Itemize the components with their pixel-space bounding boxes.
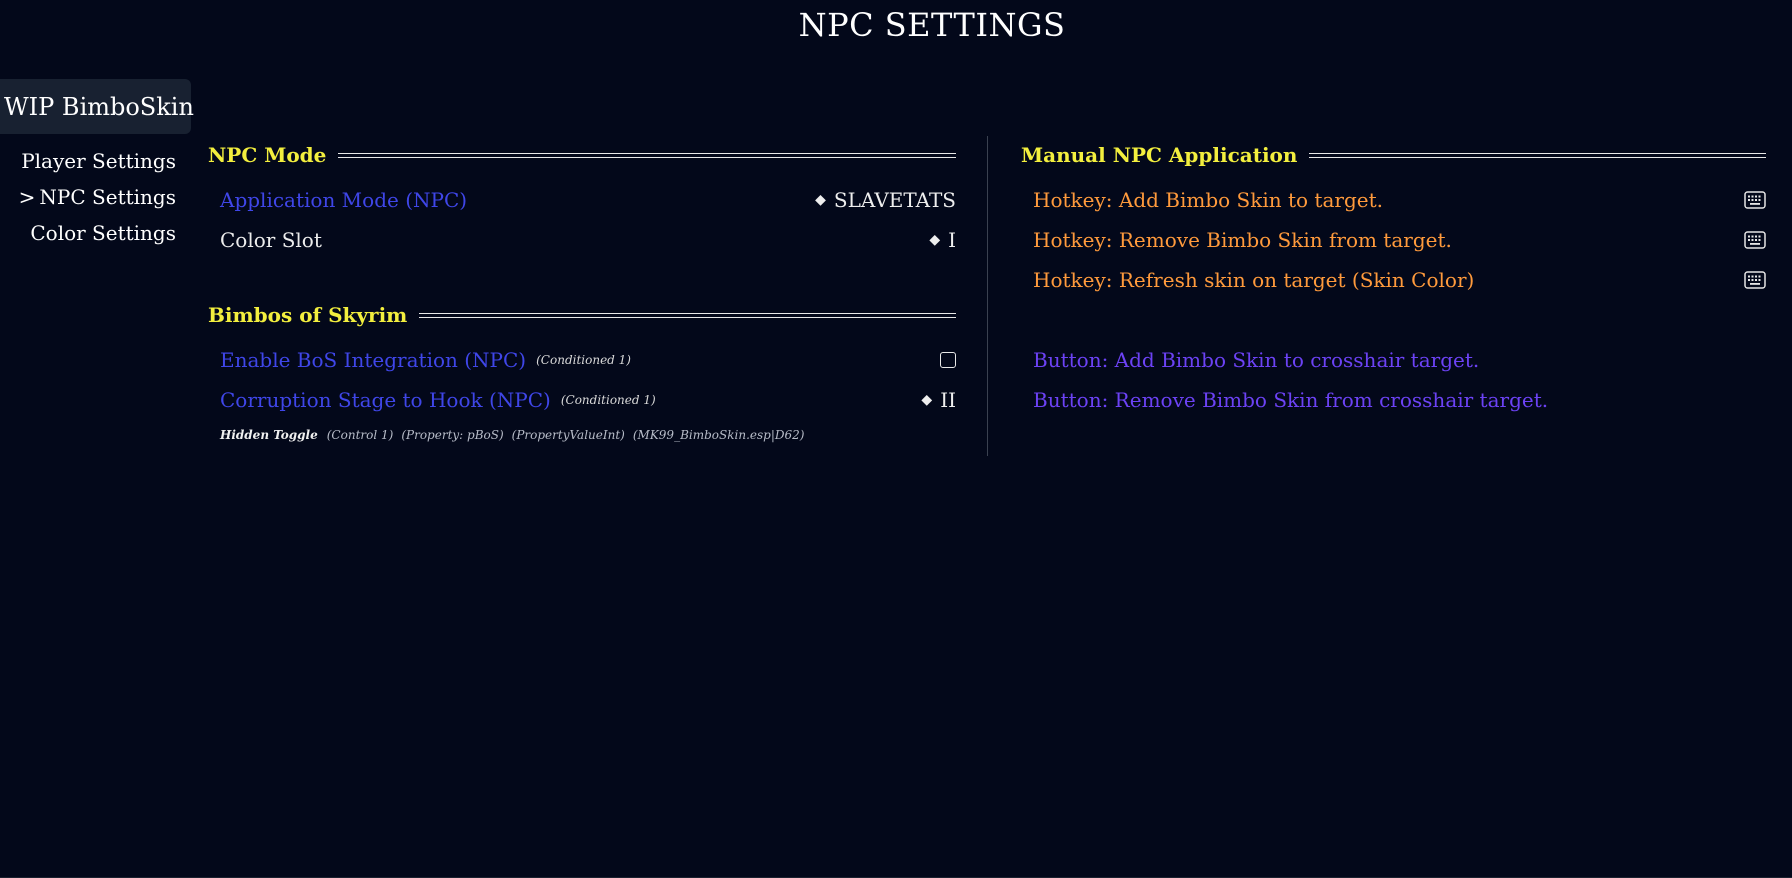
diamond-icon: ◆	[815, 192, 826, 208]
hotkey-add-skin[interactable]: Hotkey: Add Bimbo Skin to target.	[1021, 180, 1766, 220]
mcm-page: NPC SETTINGS WIP BimboSkin Player Settin…	[0, 0, 1792, 878]
diamond-icon: ◆	[929, 232, 941, 248]
option-corruption-stage[interactable]: Corruption Stage to Hook (NPC) (Conditio…	[208, 380, 956, 420]
button-label: Button: Remove Bimbo Skin from crosshair…	[1033, 388, 1549, 412]
option-enable-bos[interactable]: Enable BoS Integration (NPC) (Conditione…	[208, 340, 956, 380]
option-label: Enable BoS Integration (NPC)	[220, 348, 527, 372]
hidden-toggle-label: Hidden Toggle	[220, 428, 318, 442]
option-label: Corruption Stage to Hook (NPC)	[220, 388, 551, 412]
header-divider	[338, 152, 956, 158]
meta-property: (Property: pBoS)	[401, 428, 504, 442]
button-add-crosshair[interactable]: Button: Add Bimbo Skin to crosshair targ…	[1021, 340, 1766, 380]
menu-value-text: I	[948, 228, 956, 252]
keyboard-icon[interactable]	[1744, 191, 1766, 209]
right-column: Manual NPC Application Hotkey: Add Bimbo…	[1021, 140, 1766, 420]
meta-property-type: (PropertyValueInt)	[511, 428, 625, 442]
hidden-toggle-info: Hidden Toggle (Control 1) (Property: pBo…	[208, 420, 956, 450]
meta-source: (MK99_BimboSkin.esp|D62)	[632, 428, 805, 442]
section-header-bimbos-of-skyrim: Bimbos of Skyrim	[208, 300, 956, 330]
section-header-label: Bimbos of Skyrim	[208, 303, 408, 327]
menu-value: ◆ II	[921, 388, 956, 412]
option-label: Color Slot	[220, 228, 322, 252]
page-title: NPC SETTINGS	[798, 6, 1066, 44]
hotkey-label: Hotkey: Add Bimbo Skin to target.	[1033, 188, 1383, 212]
diamond-icon: ◆	[921, 392, 933, 408]
condition-tag: (Conditioned 1)	[560, 393, 656, 407]
nav-item-npc-settings[interactable]: > NPC Settings	[19, 182, 176, 218]
mod-tab-bimboskin[interactable]: WIP BimboSkin	[0, 79, 194, 134]
hotkey-remove-skin[interactable]: Hotkey: Remove Bimbo Skin from target.	[1021, 220, 1766, 260]
header-divider	[419, 312, 956, 318]
meta-control: (Control 1)	[326, 428, 394, 442]
section-header-npc-mode: NPC Mode	[208, 140, 956, 170]
chevron-right-icon: >	[18, 185, 36, 209]
keyboard-icon[interactable]	[1744, 231, 1766, 249]
keyboard-icon[interactable]	[1744, 271, 1766, 289]
hotkey-label: Hotkey: Remove Bimbo Skin from target.	[1033, 228, 1452, 252]
hotkey-refresh-skin[interactable]: Hotkey: Refresh skin on target (Skin Col…	[1021, 260, 1766, 300]
option-color-slot[interactable]: Color Slot ◆ I	[208, 220, 956, 260]
button-label: Button: Add Bimbo Skin to crosshair targ…	[1033, 348, 1480, 372]
option-label: Application Mode (NPC)	[220, 188, 468, 212]
menu-value: ◆ I	[929, 228, 956, 252]
column-divider	[987, 136, 988, 456]
menu-value-text: II	[940, 388, 956, 412]
nav-item-label: NPC Settings	[39, 185, 176, 209]
section-header-label: Manual NPC Application	[1021, 143, 1298, 167]
hotkey-label: Hotkey: Refresh skin on target (Skin Col…	[1033, 268, 1475, 292]
menu-value: ◆ SLAVETATS	[815, 188, 956, 212]
side-nav: Player Settings > NPC Settings Color Sett…	[19, 146, 176, 254]
section-header-manual-npc: Manual NPC Application	[1021, 140, 1766, 170]
nav-item-label: Player Settings	[21, 149, 176, 173]
nav-item-player-settings[interactable]: Player Settings	[19, 146, 176, 182]
nav-item-color-settings[interactable]: Color Settings	[19, 218, 176, 254]
menu-value-text: SLAVETATS	[833, 188, 956, 212]
condition-tag: (Conditioned 1)	[536, 353, 631, 367]
toggle-checkbox[interactable]	[940, 352, 956, 368]
option-application-mode[interactable]: Application Mode (NPC) ◆ SLAVETATS	[208, 180, 956, 220]
nav-item-label: Color Settings	[30, 221, 176, 245]
section-header-label: NPC Mode	[208, 143, 327, 167]
button-remove-crosshair[interactable]: Button: Remove Bimbo Skin from crosshair…	[1021, 380, 1766, 420]
header-divider	[1309, 152, 1766, 158]
left-column: NPC Mode Application Mode (NPC) ◆ SLAVET…	[208, 140, 956, 450]
